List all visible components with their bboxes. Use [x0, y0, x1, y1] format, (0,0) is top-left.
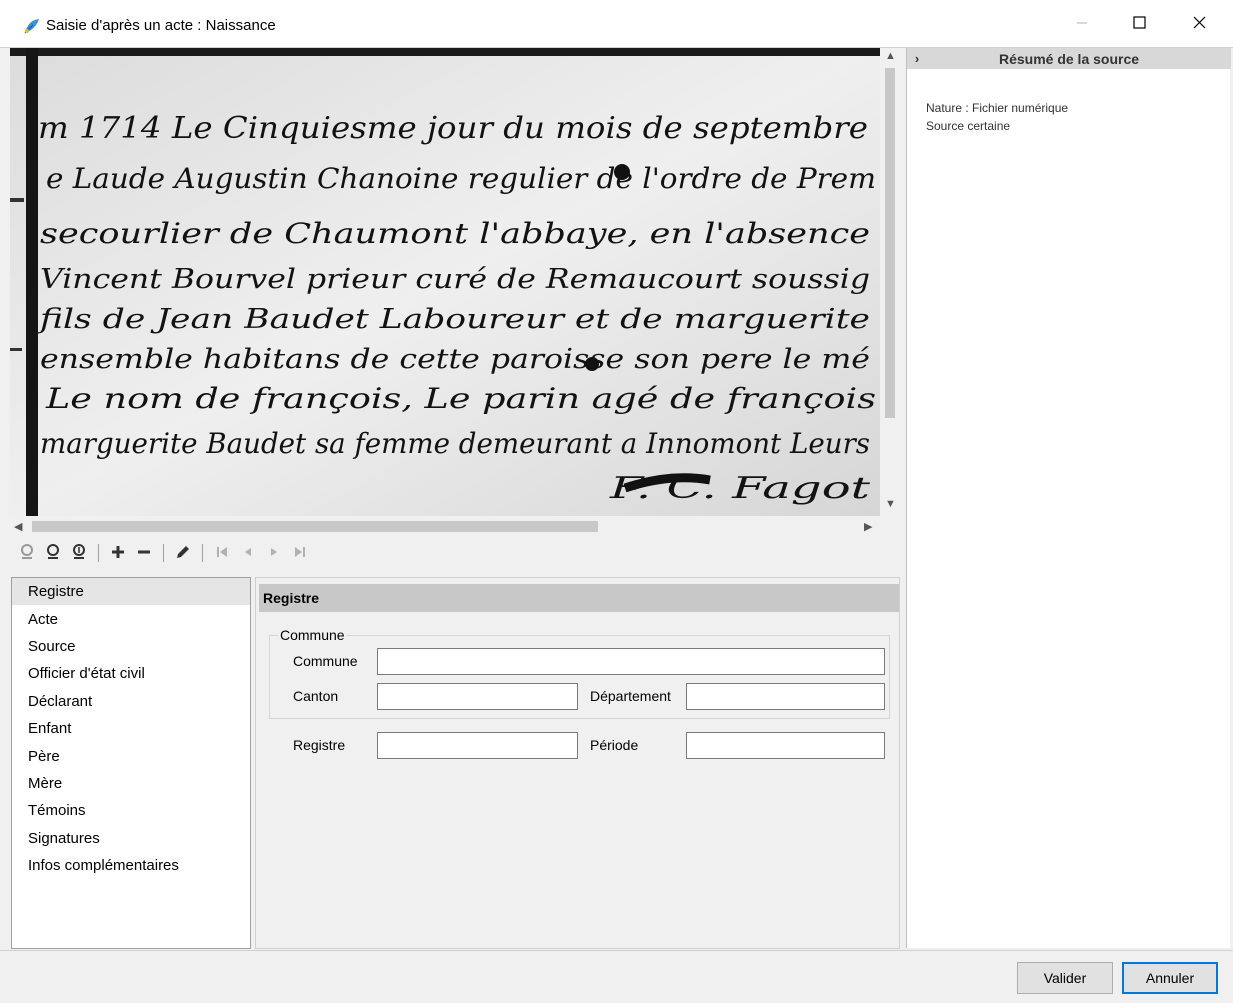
scroll-up-icon[interactable]: ▲ — [885, 50, 896, 62]
scroll-right-icon[interactable]: ▶ — [864, 520, 872, 533]
minimize-button[interactable] — [1055, 0, 1109, 48]
document-scan[interactable]: m 1714 Le Cinquiesme jour du mois de sep… — [10, 48, 880, 516]
nav-item[interactable]: Source — [12, 633, 250, 660]
periode-field[interactable] — [686, 732, 885, 759]
commune-label: Commune — [293, 653, 358, 669]
feather-icon — [23, 17, 41, 35]
close-icon — [1193, 16, 1206, 32]
zoom-in-icon — [110, 544, 126, 563]
window-title: Saisie d'après un acte : Naissance — [46, 17, 276, 34]
nav-item[interactable]: Témoins — [12, 797, 250, 824]
handwriting-line: fils de Jean Baudet Laboureur et de marg… — [37, 304, 870, 335]
minimize-icon — [1076, 16, 1088, 32]
vertical-scrollbar[interactable]: ▲ ▼ — [880, 48, 901, 516]
source-certainty: Source certaine — [926, 119, 1011, 133]
zoom-fit-button[interactable] — [42, 542, 64, 564]
zoom-out-icon — [136, 544, 152, 563]
zoom-100-icon — [18, 543, 36, 564]
validate-button[interactable]: Valider — [1017, 962, 1113, 994]
canton-field[interactable] — [377, 683, 578, 710]
toolbar-separator — [202, 544, 203, 562]
handwriting-line: ensemble habitans de cette paroisse son … — [40, 344, 870, 375]
nav-item[interactable]: Déclarant — [12, 688, 250, 715]
canton-label: Canton — [293, 688, 339, 704]
next-page-icon — [267, 545, 281, 562]
section-header: Registre — [259, 584, 899, 612]
pencil-icon — [174, 543, 192, 564]
registre-label: Registre — [293, 737, 346, 753]
nav-item[interactable]: Enfant — [12, 715, 250, 742]
first-page-button[interactable] — [211, 542, 233, 564]
source-summary-header[interactable]: › Résumé de la source — [907, 48, 1231, 69]
nav-item[interactable]: Acte — [12, 605, 250, 632]
toolbar-separator — [163, 544, 164, 562]
departement-field[interactable] — [686, 683, 885, 710]
handwriting-line: e Laude Augustin Chanoine regulier de l'… — [46, 162, 876, 195]
nav-item[interactable]: Registre — [12, 578, 250, 606]
pencil-button[interactable] — [172, 542, 194, 564]
close-button[interactable] — [1172, 0, 1226, 48]
source-summary-panel: › Résumé de la source Nature : Fichier n… — [906, 48, 1231, 948]
zoom-100-button[interactable] — [16, 542, 38, 564]
registre-form: Registre Commune Commune Canton Départem… — [255, 577, 900, 949]
nav-item[interactable]: Officier d'état civil — [12, 660, 250, 687]
zoom-width-button[interactable] — [68, 542, 90, 564]
handwriting-line: secourlier de Chaumont l'abbaye, en l'ab… — [40, 217, 870, 250]
viewer-toolbar — [10, 540, 901, 566]
zoom-out-button[interactable] — [133, 542, 155, 564]
zoom-in-button[interactable] — [107, 542, 129, 564]
periode-label: Période — [590, 737, 639, 753]
nav-item[interactable]: Mère — [12, 770, 250, 797]
section-nav: Registre Acte Source Officier d'état civil D… — [11, 577, 251, 949]
handwriting-line: F. C. Fagot — [608, 471, 871, 506]
previous-page-button[interactable] — [237, 542, 259, 564]
source-summary-title: Résumé de la source — [998, 50, 1140, 67]
zoom-width-icon — [70, 543, 88, 564]
maximize-icon — [1132, 16, 1146, 32]
nav-item[interactable]: Infos complémentaires — [12, 852, 250, 879]
scroll-left-icon[interactable]: ◀ — [14, 520, 22, 533]
handwriting-line: marguerite Baudet sa femme demeurant a I… — [40, 427, 870, 460]
next-page-button[interactable] — [263, 542, 285, 564]
zoom-fit-icon — [44, 543, 62, 564]
nav-item[interactable]: Signatures — [12, 825, 250, 852]
commune-group-legend: Commune — [278, 627, 347, 643]
horizontal-scrollbar[interactable]: ◀ ▶ — [10, 516, 880, 537]
first-page-icon — [215, 545, 229, 562]
maximize-button[interactable] — [1112, 0, 1166, 48]
nav-item[interactable]: Père — [12, 742, 250, 769]
handwriting-line: Le nom de françois, Le parin agé de fran… — [45, 382, 876, 415]
departement-label: Département — [590, 688, 671, 704]
handwriting-line: m 1714 Le Cinquiesme jour du mois de sep… — [38, 111, 868, 146]
horizontal-scroll-thumb[interactable] — [32, 521, 598, 532]
last-page-icon — [293, 545, 307, 562]
registre-field[interactable] — [377, 732, 578, 759]
vertical-scroll-thumb[interactable] — [885, 68, 895, 418]
previous-page-icon — [241, 545, 255, 562]
title-bar: Saisie d'après un acte : Naissance — [0, 0, 1233, 48]
last-page-button[interactable] — [289, 542, 311, 564]
commune-field[interactable] — [377, 648, 885, 675]
chevron-right-icon[interactable]: › — [907, 51, 927, 66]
cancel-button[interactable]: Annuler — [1122, 962, 1218, 994]
image-viewer[interactable]: m 1714 Le Cinquiesme jour du mois de sep… — [10, 48, 901, 540]
scroll-down-icon[interactable]: ▼ — [885, 498, 896, 510]
source-nature: Nature : Fichier numérique — [926, 101, 1069, 115]
toolbar-separator — [98, 544, 99, 562]
handwriting-line: Vincent Bourvel prieur curé de Remaucour… — [40, 264, 870, 295]
